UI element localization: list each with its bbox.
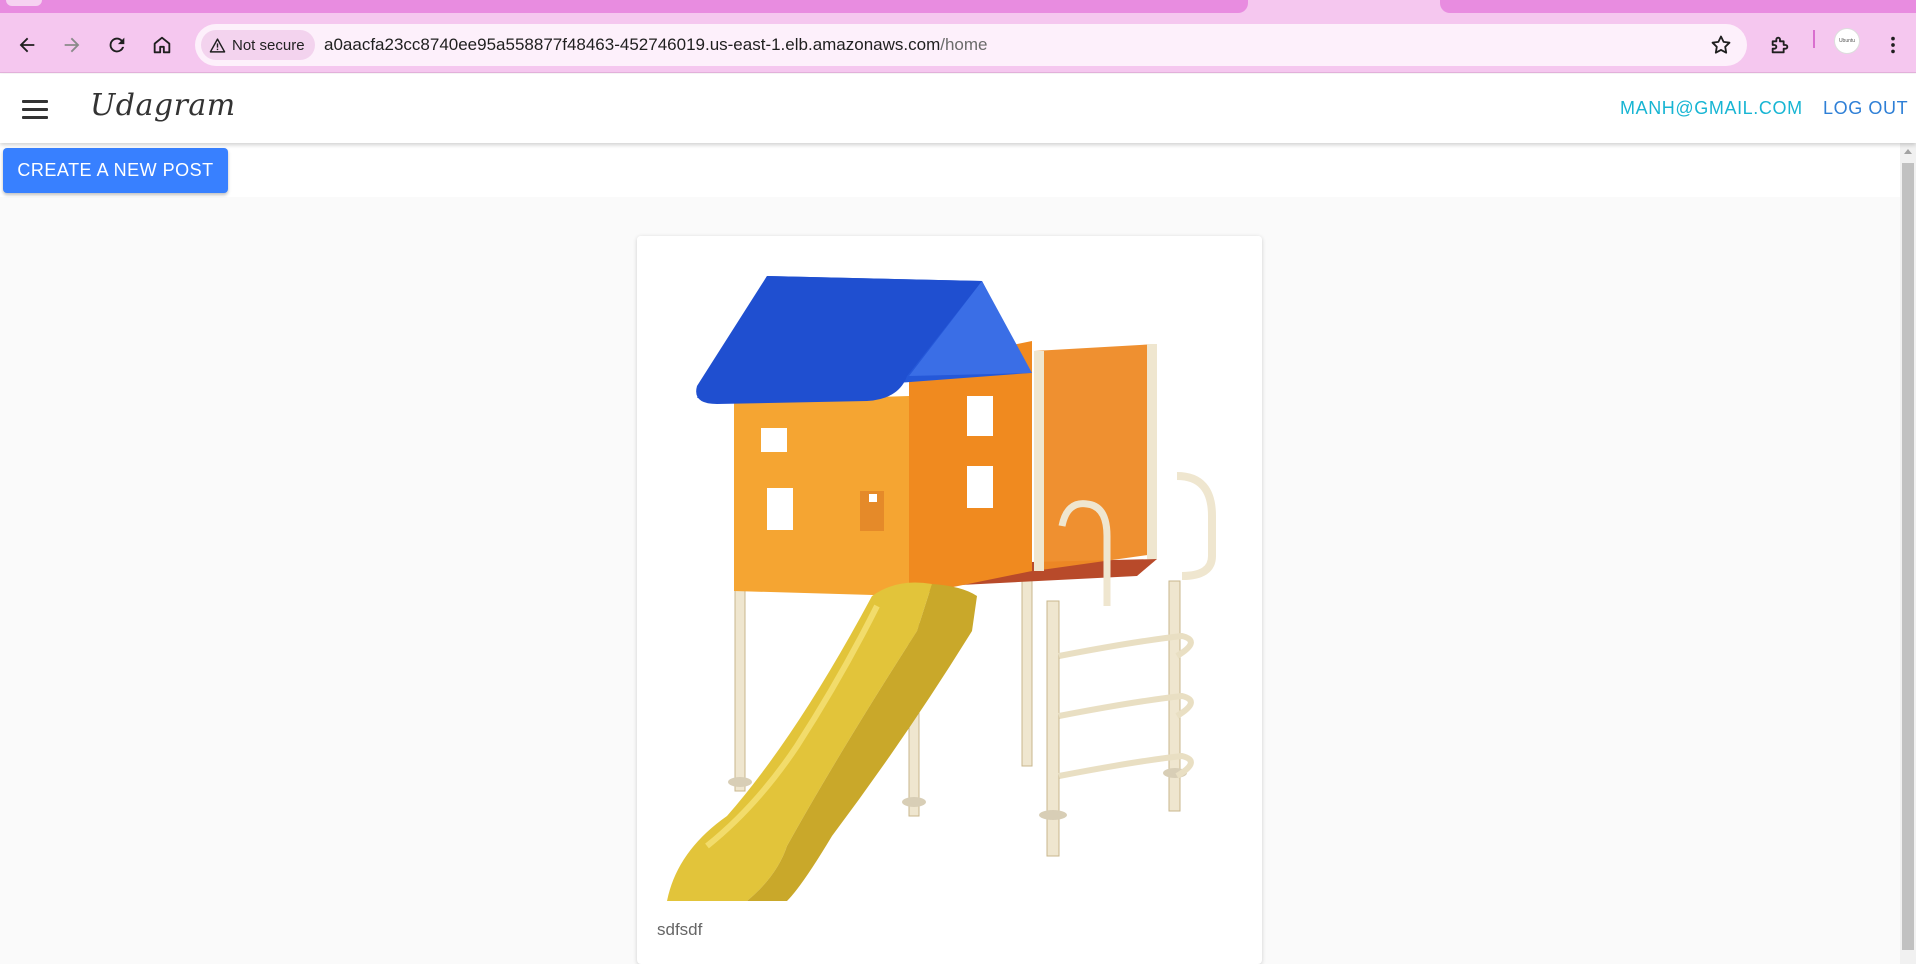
forward-arrow-icon	[64, 37, 80, 53]
avatar-text: Ubuntu	[1838, 38, 1856, 44]
kebab-menu-icon	[1891, 36, 1895, 54]
warning-icon	[209, 37, 226, 53]
browser-toolbar: Not secure a0aacfa23cc8740ee95a558877f48…	[0, 16, 1916, 73]
security-label: Not secure	[232, 36, 305, 54]
profile-avatar[interactable]: Ubuntu	[1834, 28, 1860, 54]
url-text[interactable]: a0aacfa23cc8740ee95a558877f48463-4527460…	[324, 35, 988, 55]
brand-logo[interactable]: Udagram	[90, 88, 236, 123]
reload-button[interactable]	[100, 28, 134, 62]
scrollbar-thumb[interactable]	[1902, 163, 1914, 950]
reload-icon	[109, 37, 125, 53]
tab-favicon	[6, 0, 42, 6]
post-image	[637, 236, 1262, 901]
forward-button[interactable]	[55, 28, 89, 62]
home-icon	[153, 36, 171, 54]
user-email-link[interactable]: MANH@GMAIL.COM	[1620, 98, 1803, 119]
scrollbar[interactable]	[1900, 143, 1916, 964]
post-card: sdfsdf	[637, 236, 1262, 964]
back-button[interactable]	[10, 28, 44, 62]
toolbar-divider	[1813, 30, 1815, 48]
extensions-button[interactable]	[1763, 28, 1797, 62]
post-caption: sdfsdf	[657, 920, 703, 939]
extensions-icon	[1771, 36, 1789, 54]
tab-strip	[0, 0, 1916, 16]
back-arrow-icon	[19, 37, 35, 53]
url-path: /home	[940, 35, 988, 54]
url-host: a0aacfa23cc8740ee95a558877f48463-4527460…	[324, 35, 941, 54]
browser-tab[interactable]	[1440, 0, 1916, 13]
star-icon[interactable]	[1709, 33, 1733, 57]
hamburger-menu-icon[interactable]	[16, 94, 54, 124]
logout-button[interactable]: LOG OUT	[1823, 98, 1908, 119]
browser-menu-button[interactable]	[1876, 28, 1910, 62]
address-bar[interactable]: Not secure a0aacfa23cc8740ee95a558877f48…	[195, 24, 1747, 66]
scroll-up-arrow-icon[interactable]	[1904, 149, 1912, 154]
security-chip[interactable]: Not secure	[201, 30, 315, 60]
action-bar: CREATE A NEW POST	[0, 143, 1900, 197]
app-header: Udagram MANH@GMAIL.COM LOG OUT	[0, 74, 1916, 143]
create-post-button[interactable]: CREATE A NEW POST	[3, 148, 228, 193]
browser-tab-active[interactable]	[0, 0, 1248, 13]
home-button[interactable]	[145, 28, 179, 62]
